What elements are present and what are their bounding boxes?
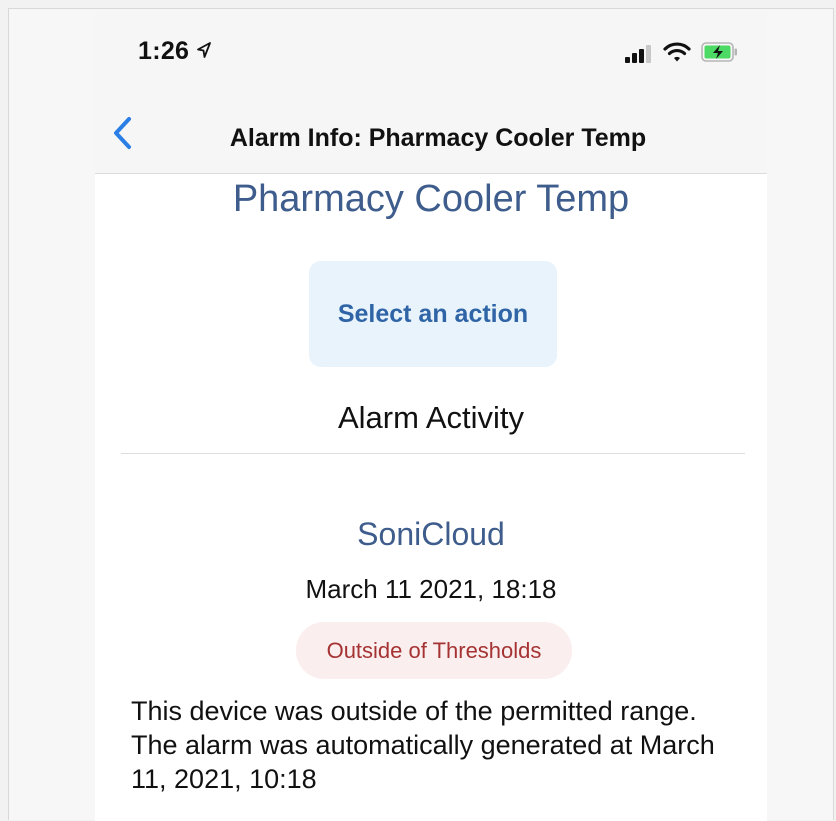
section-divider bbox=[121, 453, 745, 454]
activity-description: This device was outside of the permitted… bbox=[131, 696, 715, 794]
status-badge: Outside of Thresholds bbox=[296, 622, 572, 679]
screenshot-frame: 1:26 Alarm Info: Pharmacy Cooler Temp Ph… bbox=[8, 8, 834, 821]
select-action-button[interactable]: Select an action bbox=[309, 261, 557, 367]
signal-icon bbox=[625, 45, 653, 68]
alarm-activity-heading: Alarm Activity bbox=[337, 400, 525, 435]
activity-timestamp: March 11 2021, 18:18 bbox=[305, 574, 557, 604]
wifi-icon bbox=[663, 41, 691, 68]
navigation-bar: Alarm Info: Pharmacy Cooler Temp bbox=[95, 97, 767, 174]
status-time: 1:26 bbox=[138, 37, 190, 65]
battery-charging-icon bbox=[701, 42, 739, 67]
alarm-name-title: Pharmacy Cooler Temp bbox=[232, 178, 630, 220]
nav-title: Alarm Info: Pharmacy Cooler Temp bbox=[229, 124, 647, 152]
activity-source: SoniCloud bbox=[357, 516, 505, 552]
location-arrow-icon bbox=[196, 41, 212, 64]
status-bar: 1:26 bbox=[95, 9, 767, 97]
phone-screen: 1:26 Alarm Info: Pharmacy Cooler Temp Ph… bbox=[95, 9, 767, 821]
